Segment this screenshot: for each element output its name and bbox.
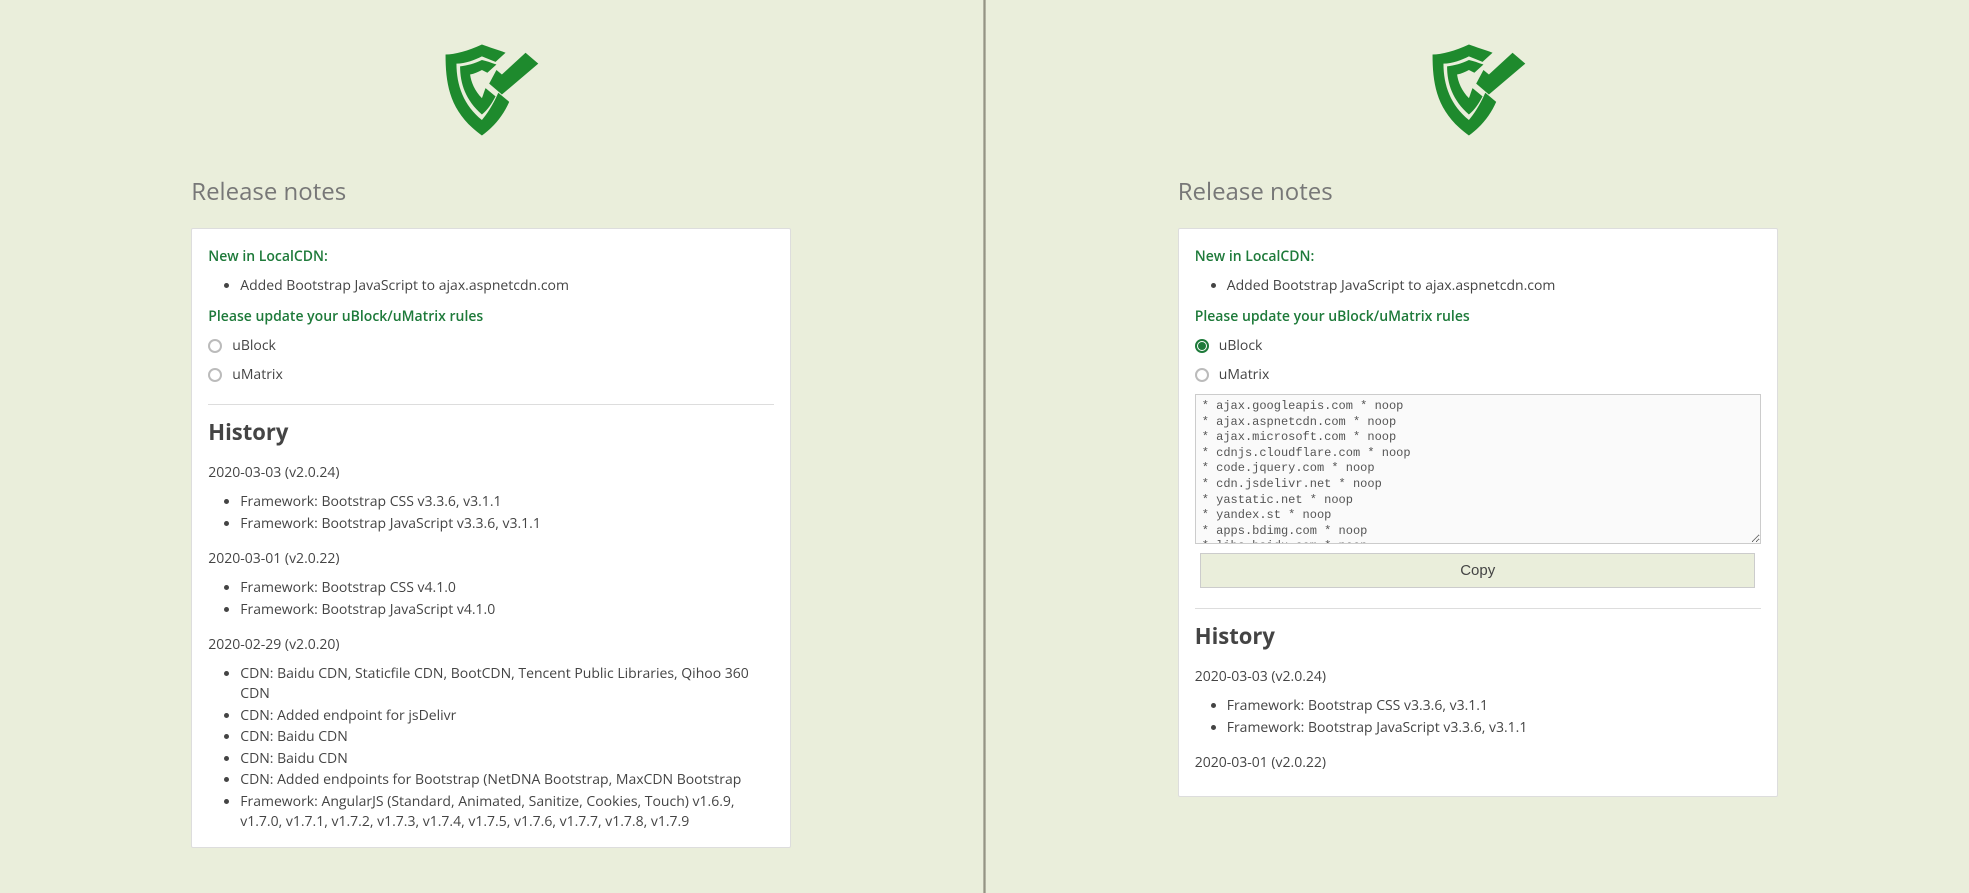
history-entry: 2020-02-29 (v2.0.20) CDN: Baidu CDN, Sta… — [208, 635, 774, 831]
new-heading: New in LocalCDN: — [208, 247, 774, 266]
separator — [1195, 608, 1761, 609]
entry-changes: Framework: Bootstrap CSS v4.1.0 Framewor… — [208, 578, 774, 619]
page-title: Release notes — [191, 175, 791, 208]
new-item: Added Bootstrap JavaScript to ajax.aspne… — [240, 276, 774, 295]
history-entry: 2020-03-01 (v2.0.22) Framework: Bootstra… — [208, 549, 774, 619]
change-item: CDN: Baidu CDN, Staticfile CDN, BootCDN,… — [240, 664, 774, 703]
entry-date: 2020-03-03 (v2.0.24) — [1195, 667, 1761, 686]
change-item: Framework: AngularJS (Standard, Animated… — [240, 792, 774, 831]
entry-changes: Framework: Bootstrap CSS v3.3.6, v3.1.1 … — [208, 492, 774, 533]
radio-label: uBlock — [1219, 336, 1263, 355]
radio-icon — [208, 339, 222, 353]
rules-heading: Please update your uBlock/uMatrix rules — [1195, 307, 1761, 326]
radio-label: uBlock — [232, 336, 276, 355]
radio-ublock[interactable]: uBlock — [208, 336, 774, 355]
change-item: Framework: Bootstrap JavaScript v3.3.6, … — [240, 514, 774, 534]
history-entry: 2020-03-01 (v2.0.22) — [1195, 753, 1761, 772]
change-item: CDN: Baidu CDN — [240, 749, 774, 769]
radio-ublock[interactable]: uBlock — [1195, 336, 1761, 355]
radio-icon — [1195, 368, 1209, 382]
history-entry: 2020-03-03 (v2.0.24) Framework: Bootstra… — [1195, 667, 1761, 737]
rules-textarea[interactable] — [1195, 394, 1761, 544]
radio-label: uMatrix — [232, 365, 283, 384]
change-item: CDN: Baidu CDN — [240, 727, 774, 747]
change-item: Framework: Bootstrap JavaScript v4.1.0 — [240, 600, 774, 620]
separator — [208, 404, 774, 405]
new-items-list: Added Bootstrap JavaScript to ajax.aspne… — [208, 276, 774, 295]
history-heading: History — [208, 417, 774, 447]
right-pane: Release notes New in LocalCDN: Added Boo… — [986, 0, 1969, 893]
change-item: Framework: Bootstrap CSS v3.3.6, v3.1.1 — [240, 492, 774, 512]
radio-icon — [1195, 339, 1209, 353]
entry-date: 2020-02-29 (v2.0.20) — [208, 635, 774, 654]
new-heading: New in LocalCDN: — [1195, 247, 1761, 266]
page-title: Release notes — [1178, 175, 1778, 208]
shield-check-icon — [436, 40, 546, 140]
logo — [1178, 0, 1778, 175]
entry-date: 2020-03-03 (v2.0.24) — [208, 463, 774, 482]
radio-umatrix[interactable]: uMatrix — [1195, 365, 1761, 384]
change-item: Framework: Bootstrap CSS v3.3.6, v3.1.1 — [1227, 696, 1761, 716]
release-card: New in LocalCDN: Added Bootstrap JavaScr… — [191, 228, 791, 848]
entry-changes: CDN: Baidu CDN, Staticfile CDN, BootCDN,… — [208, 664, 774, 831]
change-item: CDN: Added endpoint for jsDelivr — [240, 706, 774, 726]
radio-icon — [208, 368, 222, 382]
radio-umatrix[interactable]: uMatrix — [208, 365, 774, 384]
history-heading: History — [1195, 621, 1761, 651]
shield-check-icon — [1423, 40, 1533, 140]
new-item: Added Bootstrap JavaScript to ajax.aspne… — [1227, 276, 1761, 295]
rules-heading: Please update your uBlock/uMatrix rules — [208, 307, 774, 326]
radio-label: uMatrix — [1219, 365, 1270, 384]
change-item: Framework: Bootstrap JavaScript v3.3.6, … — [1227, 718, 1761, 738]
entry-date: 2020-03-01 (v2.0.22) — [1195, 753, 1761, 772]
release-card: New in LocalCDN: Added Bootstrap JavaScr… — [1178, 228, 1778, 797]
new-items-list: Added Bootstrap JavaScript to ajax.aspne… — [1195, 276, 1761, 295]
entry-date: 2020-03-01 (v2.0.22) — [208, 549, 774, 568]
change-item: Framework: Bootstrap CSS v4.1.0 — [240, 578, 774, 598]
history-entry: 2020-03-03 (v2.0.24) Framework: Bootstra… — [208, 463, 774, 533]
entry-changes: Framework: Bootstrap CSS v3.3.6, v3.1.1 … — [1195, 696, 1761, 737]
logo — [191, 0, 791, 175]
copy-button[interactable]: Copy — [1200, 553, 1755, 588]
change-item: CDN: Added endpoints for Bootstrap (NetD… — [240, 770, 774, 790]
left-pane: Release notes New in LocalCDN: Added Boo… — [0, 0, 983, 893]
